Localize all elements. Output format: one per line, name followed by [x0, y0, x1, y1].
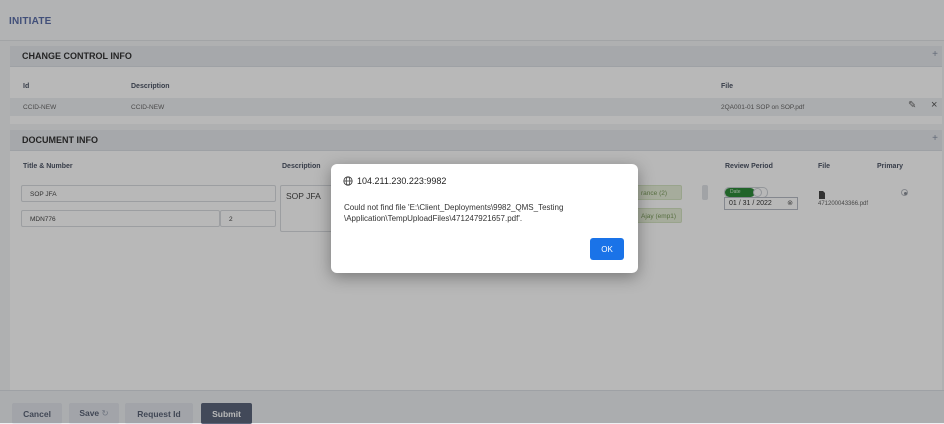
alert-dialog: 104.211.230.223:9982 Could not find file… [331, 164, 638, 273]
dialog-message: Could not find file 'E:\Client_Deploymen… [344, 203, 564, 223]
dialog-origin: 104.211.230.223:9982 [357, 176, 447, 186]
ok-button[interactable]: OK [590, 238, 624, 260]
globe-icon [343, 176, 353, 186]
